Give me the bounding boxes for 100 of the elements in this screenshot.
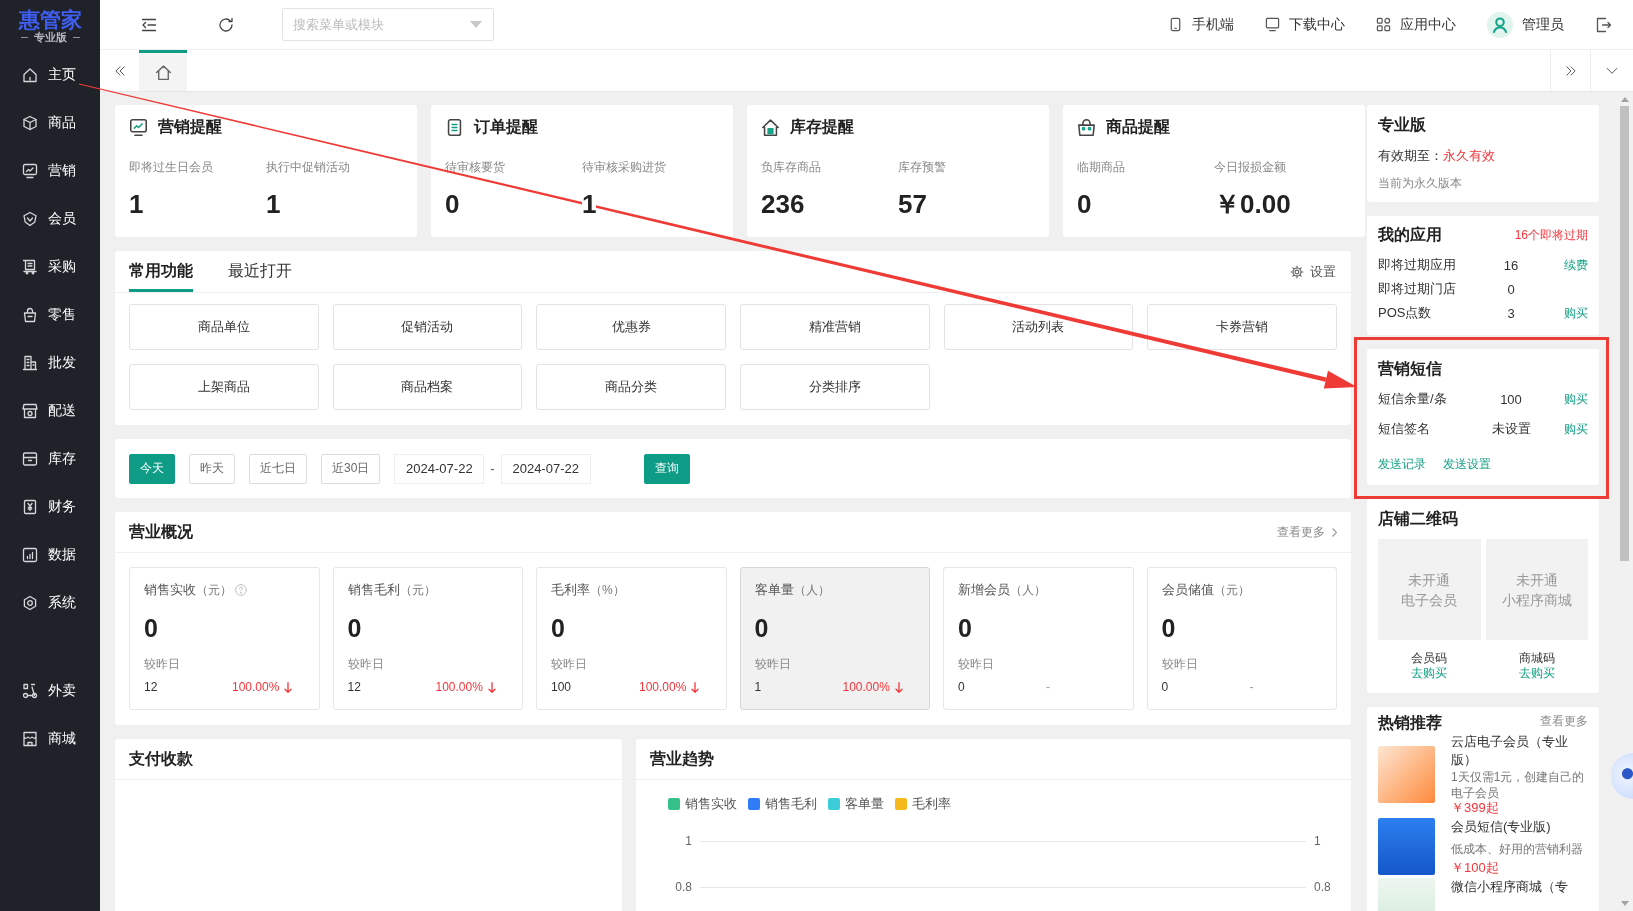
metric-card[interactable]: 新增会员（人） 0 较昨日 0 - (943, 567, 1134, 710)
top-bar-link[interactable]: 手机端 (1168, 15, 1234, 34)
assistant-robot-icon[interactable] (1611, 753, 1633, 799)
phone-icon (1168, 17, 1183, 32)
metric-card[interactable]: 销售实收（元） 0 较昨日 12 100.00% (129, 567, 320, 710)
cube-icon (22, 115, 38, 131)
yesterday-value: 0 (1161, 679, 1169, 695)
nav-item[interactable]: 系统 (0, 579, 100, 627)
validity-label: 有效期至： (1378, 147, 1443, 165)
product-image[interactable] (1378, 745, 1435, 803)
product-description: 低成本、好用的营销利器 (1451, 840, 1583, 857)
home-tab[interactable] (139, 50, 187, 91)
shortcut-button[interactable]: 卡券营销 (1147, 304, 1337, 350)
top-bar-link[interactable]: 下载中心 (1265, 15, 1345, 34)
sms-link[interactable]: 发送设置 (1443, 455, 1491, 473)
y-axis-label: 1 (685, 834, 692, 848)
view-more-link[interactable]: 查看更多 (1277, 523, 1337, 541)
receipt-cart-icon (22, 259, 38, 275)
nav-item[interactable]: 会员 (0, 195, 100, 243)
action-link[interactable]: 购买 (1564, 390, 1588, 408)
nav-item[interactable]: 营销 (0, 147, 100, 195)
shortcut-button[interactable]: 商品档案 (332, 364, 523, 410)
house-icon (761, 117, 780, 137)
shortcut-button[interactable]: 商品单位 (129, 304, 319, 350)
caret-down-icon[interactable] (470, 21, 482, 28)
product-name[interactable]: 云店电子会员（专业版） (1451, 733, 1588, 769)
clipboard-icon (445, 117, 464, 137)
product-name[interactable]: 会员短信(专业版) (1451, 818, 1551, 836)
date-separator: - (490, 461, 495, 476)
top-bar-link[interactable]: 管理员 (1487, 11, 1564, 38)
metric-card[interactable]: 毛利率（%） 0 较昨日 100 100.00% (536, 567, 727, 710)
brand-logo: 惠管家 (18, 7, 82, 31)
qr-label: 会员码 (1411, 651, 1448, 666)
metric-value: 0 (551, 613, 565, 643)
search-field[interactable]: 搜索菜单或模块 (282, 8, 494, 41)
legend-label[interactable]: 销售实收 (685, 796, 737, 812)
nav-item[interactable]: 主页 (0, 51, 100, 99)
legend-label[interactable]: 客单量 (845, 796, 884, 812)
tab[interactable]: 最近打开 (228, 251, 292, 292)
legend-label[interactable]: 销售毛利 (765, 796, 817, 812)
nav-item[interactable]: 商品 (0, 99, 100, 147)
qr-label: 商城码 (1518, 651, 1555, 666)
metric-unit: （元） (196, 581, 232, 599)
action-link[interactable]: 购买 (1564, 304, 1588, 322)
shortcut-button[interactable]: 上架商品 (129, 364, 319, 410)
product-name[interactable]: 微信小程序商城（专 (1451, 878, 1568, 896)
card-title: 热销推荐 (1378, 713, 1442, 733)
change-percent: - (1046, 679, 1050, 695)
nav-item[interactable]: 配送 (0, 387, 100, 435)
nav-item[interactable]: 财务 (0, 483, 100, 531)
action-link[interactable]: 续费 (1564, 256, 1588, 274)
settings-icon (1290, 264, 1304, 279)
change-percent: 100.00% (639, 679, 687, 695)
logout-icon[interactable] (1596, 16, 1612, 33)
tab[interactable]: 常用功能 (129, 251, 193, 292)
product-image[interactable] (1378, 818, 1435, 875)
shortcut-button[interactable]: 优惠券 (536, 304, 726, 350)
panel-title: 营业趋势 (650, 748, 714, 769)
legend-label[interactable]: 毛利率 (912, 796, 951, 812)
nav-item[interactable]: 外卖 (0, 667, 100, 715)
start-date-field[interactable]: 2024-07-22 (394, 453, 485, 484)
nav-item[interactable]: 批发 (0, 339, 100, 387)
nav-item[interactable]: 零售 (0, 291, 100, 339)
help-icon[interactable] (235, 584, 247, 596)
view-more-link[interactable]: 查看更多 (1540, 713, 1588, 729)
metric-title: 新增会员 (958, 581, 1010, 599)
stat-label: 执行中促销活动 (266, 160, 350, 174)
metric-title: 会员储值 (1161, 581, 1214, 599)
end-date-field[interactable]: 2024-07-22 (500, 453, 591, 484)
metric-card[interactable]: 会员储值（元） 0 较昨日 0 - (1146, 567, 1337, 710)
scrollbar-thumb[interactable] (1620, 106, 1629, 561)
top-bar-link[interactable]: 应用中心 (1376, 15, 1456, 34)
nav-item[interactable]: 库存 (0, 435, 100, 483)
metric-title: 销售实收 (144, 581, 196, 599)
scroll-up-icon[interactable] (1620, 97, 1629, 102)
shortcut-button[interactable]: 商品分类 (536, 364, 726, 410)
nav-item[interactable]: 采购 (0, 243, 100, 291)
nut-icon (22, 595, 38, 611)
refresh-icon[interactable] (218, 16, 234, 33)
metric-value: 0 (754, 613, 769, 643)
stat-label: 库存预警 (898, 160, 946, 174)
metric-card[interactable]: 销售毛利（元） 0 较昨日 12 100.00% (332, 567, 523, 710)
scroll-down-icon[interactable] (1620, 901, 1629, 906)
double-chevron-left-icon (113, 64, 126, 77)
date-range-button[interactable]: 近30日 (321, 453, 381, 484)
menu-fold-icon[interactable] (141, 16, 157, 33)
shortcut-button[interactable]: 活动列表 (943, 304, 1134, 350)
yesterday-value: 0 (958, 679, 965, 695)
settings-button[interactable]: 设置 (1290, 262, 1336, 281)
date-range-button[interactable]: 近七日 (249, 453, 307, 484)
nav-item[interactable]: 数据 (0, 531, 100, 579)
action-link[interactable]: 购买 (1564, 420, 1588, 438)
stat-label: 今日报损金额 (1214, 160, 1286, 174)
metric-card[interactable]: 客单量（人） 0 较昨日 1 100.00% (739, 567, 930, 710)
shortcut-button[interactable]: 促销活动 (332, 304, 523, 350)
nav-item[interactable]: 商城 (0, 715, 100, 763)
metric-title: 销售毛利 (347, 581, 400, 599)
shortcut-button[interactable]: 精准营销 (740, 304, 930, 350)
date-range-button[interactable]: 昨天 (189, 453, 235, 484)
shortcut-button[interactable]: 分类排序 (740, 364, 930, 410)
